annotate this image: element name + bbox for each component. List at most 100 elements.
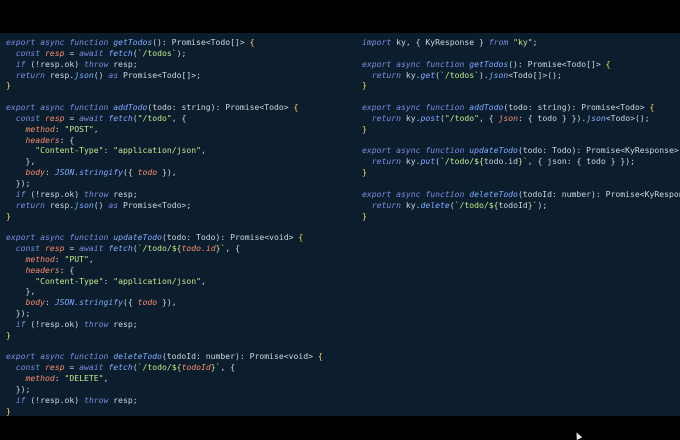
code-token: headers: [25, 134, 60, 145]
code-token: `/todo/${: [137, 362, 182, 373]
code-token: (!resp.ok): [30, 318, 84, 329]
code-line: const resp = await fetch("/todo", {: [6, 113, 323, 124]
code-line: });: [6, 308, 323, 319]
code-token: `/todos`: [440, 69, 479, 80]
code-token: (): [93, 69, 109, 80]
code-token: (!resp.ok): [30, 188, 84, 199]
code-token: );: [176, 47, 187, 58]
code-token: }),: [157, 167, 177, 178]
code-line: export async function deleteTodo(todoId:…: [362, 189, 680, 200]
code-token: , {: [225, 243, 240, 254]
code-token: }: [362, 167, 367, 178]
code-token: deleteTodo: [469, 188, 518, 199]
code-token: {: [317, 351, 323, 362]
code-token: deleteTodo: [113, 351, 162, 362]
code-token: :: [103, 275, 114, 286]
code-token: (todoId: number): Promise<void>: [161, 351, 318, 362]
code-line: headers: {: [6, 135, 323, 146]
code-token: (): Promise<Todo[]>: [508, 58, 606, 69]
code-token: ,: [103, 373, 109, 384]
code-token: {: [298, 232, 304, 243]
code-line: }: [6, 211, 323, 222]
code-token: updateTodo: [113, 232, 162, 243]
code-line: }: [362, 80, 680, 91]
code-token: post: [420, 112, 441, 123]
code-token: todo: [137, 167, 158, 178]
code-token: =: [64, 243, 80, 254]
code-token: todoId: [498, 199, 528, 210]
code-line: method: "PUT",: [6, 254, 323, 265]
code-token: :: [54, 373, 65, 384]
code-token: :: [45, 297, 55, 308]
code-token: headers: [25, 264, 60, 275]
code-token: ky.: [405, 156, 421, 167]
code-token: <Todo[]>();: [508, 69, 562, 80]
code-token: put: [420, 156, 436, 167]
code-line: return resp.json() as Promise<Todo>;: [6, 200, 323, 211]
code-token: method: [25, 123, 55, 134]
code-line: export async function getTodos(): Promis…: [362, 59, 680, 70]
code-token: fetch: [108, 243, 133, 254]
code-token: fetch: [108, 112, 133, 123]
code-token: ).: [478, 69, 489, 80]
mouse-cursor-icon: [573, 431, 583, 440]
code-token: JSON.stringify: [54, 297, 123, 308]
code-token: }),: [157, 297, 177, 308]
code-token: :: [54, 253, 65, 264]
code-token: resp;: [113, 58, 138, 69]
code-block-fetch: export async function getTodos(): Promis…: [6, 37, 323, 416]
code-token: {: [293, 102, 299, 113]
code-token: JSON.stringify: [54, 167, 123, 178]
code-token: "DELETE": [64, 373, 104, 384]
code-token: throw: [83, 394, 114, 405]
code-token: ,: [200, 275, 206, 286]
code-token: as: [108, 199, 123, 210]
code-token: "/todo": [444, 112, 479, 123]
code-token: "Content-Type": [35, 275, 104, 286]
code-token: ,: [88, 253, 94, 264]
code-line: const resp = await fetch(`/todo/${todo.i…: [6, 243, 323, 254]
code-token: fetch: [108, 362, 133, 373]
code-token: from: [488, 37, 514, 47]
code-token: json: [488, 69, 509, 80]
code-token: , {: [479, 112, 499, 123]
code-token: get: [420, 69, 436, 80]
code-token: ky, { KyResponse }: [396, 37, 489, 47]
code-token: getTodos: [113, 37, 153, 47]
code-token: Promise<Todo>;: [123, 199, 192, 210]
code-token: `/todo/${: [454, 199, 499, 210]
code-token: :: [45, 167, 55, 178]
code-line: export async function updateTodo(todo: T…: [6, 232, 323, 243]
code-token: , {: [171, 112, 187, 123]
code-token: (!resp.ok): [30, 394, 84, 405]
code-pane-ky: import ky, { KyResponse } from "ky"; exp…: [340, 33, 680, 416]
code-line: }: [362, 124, 680, 135]
code-token: getTodos: [469, 58, 509, 69]
code-token: (todo: string): Promise<Todo>: [147, 102, 294, 113]
code-token: {: [605, 58, 611, 69]
code-line: return ky.post("/todo", { json: { todo }…: [362, 113, 680, 124]
code-token: throw: [83, 58, 114, 69]
code-token: (todoId: number): Promise<KyResponse>: [517, 188, 680, 199]
code-line: if (!resp.ok) throw resp;: [6, 319, 323, 330]
code-token: const: [15, 362, 45, 373]
code-token: (): [93, 199, 109, 210]
code-token: );: [537, 199, 548, 210]
code-token: await: [79, 47, 109, 58]
code-block-ky: import ky, { KyResponse } from "ky"; exp…: [362, 37, 680, 221]
code-token: fetch: [108, 47, 133, 58]
code-line: if (!resp.ok) throw resp;: [6, 395, 323, 406]
